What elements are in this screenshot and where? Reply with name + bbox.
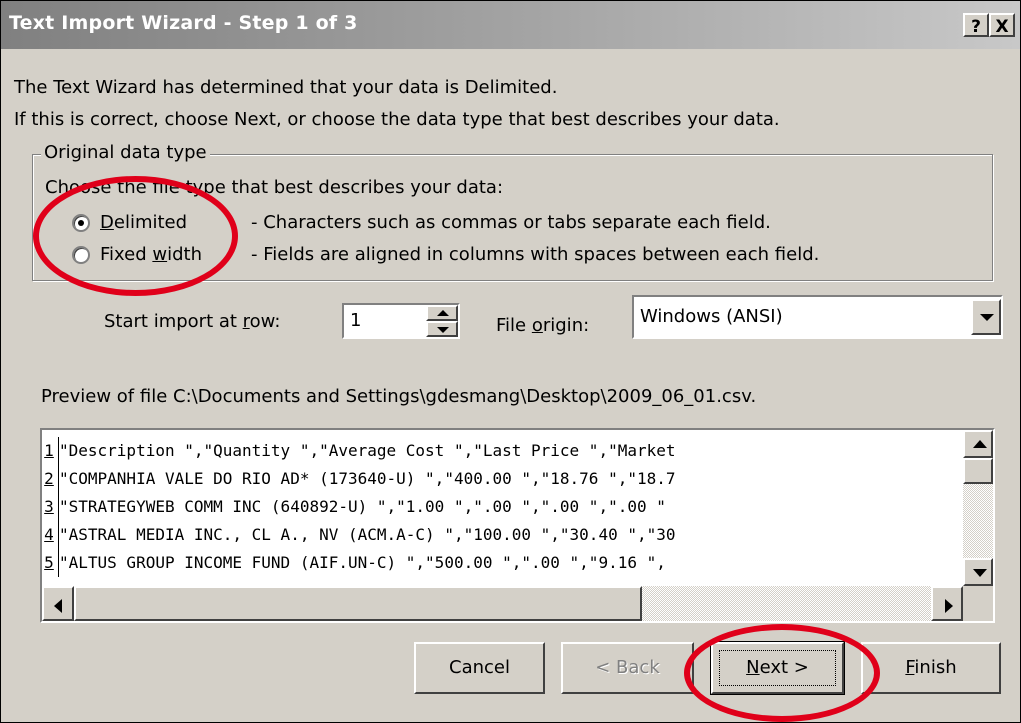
- annotation-circle-data-type: [33, 176, 238, 296]
- close-button[interactable]: X: [989, 13, 1015, 37]
- start-import-label: Start import at row:: [104, 311, 281, 332]
- down-arrow-icon: [973, 569, 987, 577]
- row-number: 2: [42, 465, 59, 493]
- row-text: "Description ","Quantity ","Average Cost…: [59, 441, 676, 460]
- file-origin-value: Windows (ANSI): [640, 306, 783, 327]
- finish-button[interactable]: Finish: [861, 642, 1001, 694]
- horizontal-scrollbar[interactable]: [42, 586, 963, 621]
- vertical-scrollbar[interactable]: [963, 430, 993, 586]
- file-origin-dropdown-button[interactable]: [971, 299, 1001, 335]
- help-button[interactable]: ?: [963, 13, 989, 37]
- scroll-up-button[interactable]: [963, 430, 993, 458]
- horizontal-scroll-thumb[interactable]: [74, 586, 642, 621]
- start-row-spinner[interactable]: 1: [342, 303, 460, 339]
- file-origin-select[interactable]: Windows (ANSI): [632, 295, 1003, 339]
- vertical-scroll-thumb[interactable]: [963, 458, 993, 484]
- back-button[interactable]: < Back: [561, 642, 694, 694]
- text-import-wizard-dialog: Text Import Wizard - Step 1 of 3 ? X The…: [0, 0, 1021, 723]
- up-arrow-icon: [973, 440, 987, 448]
- group-legend: Original data type: [41, 142, 210, 163]
- dialog-title: Text Import Wizard - Step 1 of 3: [9, 12, 358, 34]
- spinner-down-button[interactable]: [426, 321, 458, 337]
- preview-pane[interactable]: 1 "Description ","Quantity ","Average Cos…: [40, 428, 995, 623]
- fixed-width-description: - Fields are aligned in columns with spa…: [251, 244, 820, 265]
- scroll-down-button[interactable]: [963, 558, 993, 586]
- start-row-value: 1: [350, 310, 362, 331]
- intro-line-1: The Text Wizard has determined that your…: [14, 77, 558, 98]
- down-arrow-icon: [437, 327, 449, 333]
- preview-row: 2 "COMPANHIA VALE DO RIO AD* (173640-U) "…: [42, 465, 676, 493]
- row-number: 1: [42, 437, 59, 465]
- delimited-description: - Characters such as commas or tabs sepa…: [251, 212, 771, 233]
- preview-row: 4 "ASTRAL MEDIA INC., CL A., NV (ACM.A-C)…: [42, 521, 676, 549]
- title-bar[interactable]: Text Import Wizard - Step 1 of 3 ? X: [1, 1, 1020, 49]
- scrollbar-corner: [963, 586, 993, 621]
- preview-row: 1 "Description ","Quantity ","Average Cos…: [42, 437, 676, 465]
- row-text: "ASTRAL MEDIA INC., CL A., NV (ACM.A-C) …: [59, 525, 676, 544]
- spinner-up-button[interactable]: [426, 305, 458, 321]
- right-arrow-icon: [945, 599, 953, 613]
- file-origin-label: File origin:: [496, 315, 590, 336]
- preview-row: 5 "ALTUS GROUP INCOME FUND (AIF.UN-C) ","…: [42, 549, 666, 577]
- row-text: "COMPANHIA VALE DO RIO AD* (173640-U) ",…: [59, 469, 676, 488]
- annotation-circle-next: [684, 624, 880, 722]
- finish-label: Finish: [905, 657, 957, 678]
- preview-label: Preview of file C:\Documents and Setting…: [41, 386, 757, 407]
- cancel-button[interactable]: Cancel: [414, 642, 545, 694]
- scroll-right-button[interactable]: [931, 586, 963, 621]
- preview-row: 3 "STRATEGYWEB COMM INC (640892-U) ","1.0…: [42, 493, 666, 521]
- chevron-down-icon: [980, 314, 994, 321]
- scroll-left-button[interactable]: [42, 586, 74, 621]
- row-number: 5: [42, 549, 59, 577]
- left-arrow-icon: [54, 599, 62, 613]
- row-number: 4: [42, 521, 59, 549]
- row-text: "ALTUS GROUP INCOME FUND (AIF.UN-C) ","5…: [59, 553, 666, 572]
- up-arrow-icon: [437, 310, 449, 316]
- row-text: "STRATEGYWEB COMM INC (640892-U) ","1.00…: [59, 497, 666, 516]
- intro-line-2: If this is correct, choose Next, or choo…: [14, 109, 780, 130]
- row-number: 3: [42, 493, 59, 521]
